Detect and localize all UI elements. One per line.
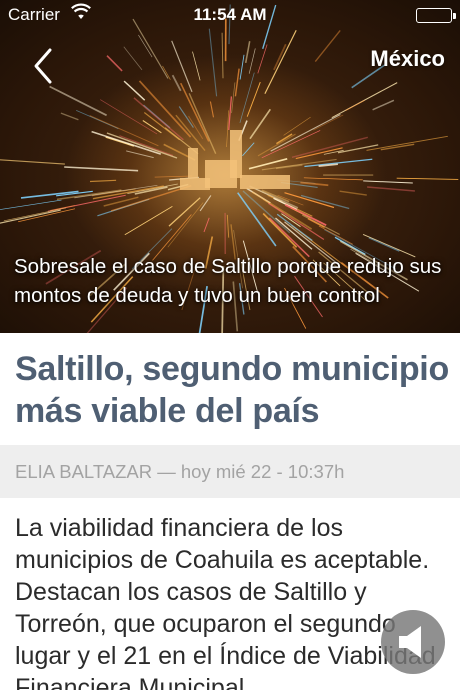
byline-separator: — [157,461,176,482]
status-bar: Carrier 11:54 AM [0,0,460,30]
article-title: Saltillo, segundo municipio más viable d… [15,350,449,430]
speaker-icon [399,626,421,658]
chevron-left-icon [34,48,52,84]
audio-play-button[interactable] [381,610,445,674]
publish-date: hoy mié 22 - 10:37h [180,461,345,482]
photo-caption: Sobresale el caso de Saltillo porque red… [14,255,442,307]
section-title: México [370,46,445,71]
author-name[interactable]: ELIA BALTAZAR [15,461,152,482]
back-button[interactable] [30,44,58,88]
status-time: 11:54 AM [193,5,267,24]
byline-bar: ELIA BALTAZAR — hoy mié 22 - 10:37h [0,445,460,498]
battery-icon [416,8,456,23]
byline: ELIA BALTAZAR — hoy mié 22 - 10:37h [15,461,344,483]
